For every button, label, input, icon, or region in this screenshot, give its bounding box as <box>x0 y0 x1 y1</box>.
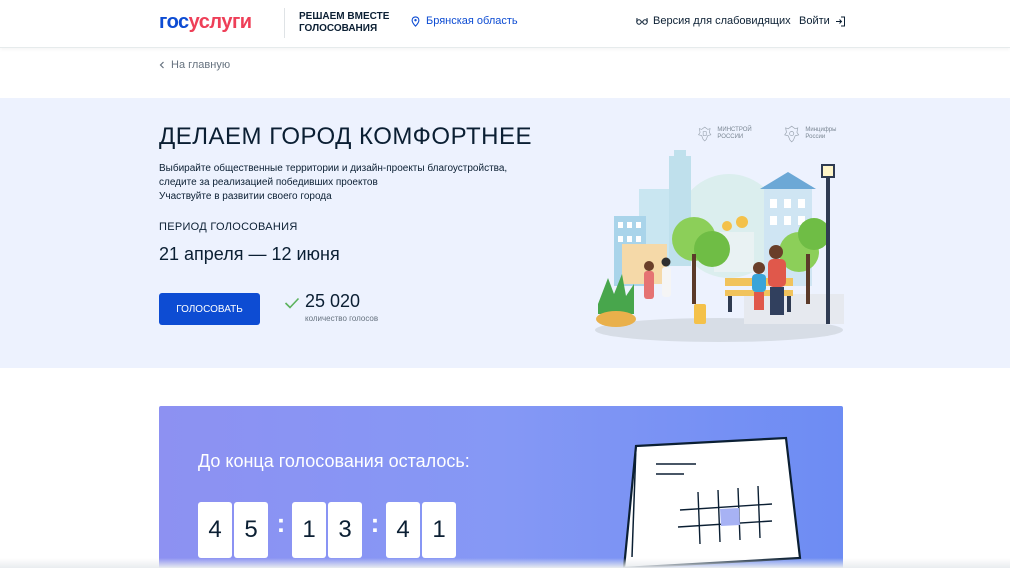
check-icon <box>284 297 300 309</box>
countdown-timer: 4 5 : 1 3 : 4 1 <box>198 502 458 558</box>
glasses-icon <box>636 17 648 25</box>
gosuslugi-logo[interactable]: госуслуги <box>159 11 252 34</box>
site-header: госуслуги РЕШАЕМ ВМЕСТЕ ГОЛОСОВАНИЯ Брян… <box>0 0 1010 48</box>
login-icon <box>835 16 845 26</box>
emblem-icon <box>784 125 800 143</box>
ministry-name: Минцифры России <box>805 127 837 140</box>
logo-part-1: гос <box>159 11 189 33</box>
countdown-title: До конца голосования осталось: <box>198 451 470 471</box>
project-title[interactable]: РЕШАЕМ ВМЕСТЕ ГОЛОСОВАНИЯ <box>299 11 399 35</box>
calendar-illustration <box>622 436 802 568</box>
hero-desc-line: следите за реализацией победивших проект… <box>159 177 378 188</box>
bottom-fade <box>0 558 1010 568</box>
ministry-digital-logo: Минцифры России <box>783 123 851 145</box>
accessibility-link[interactable]: Версия для слабовидящих <box>636 15 791 27</box>
location-pin-icon <box>411 15 420 27</box>
ministry-name: МИНСТРОЙ РОССИИ <box>717 127 752 140</box>
countdown-digit: 5 <box>234 502 268 558</box>
countdown-separator: : <box>370 507 380 538</box>
logo-part-2: услуги <box>188 11 252 33</box>
login-label: Войти <box>799 15 830 27</box>
countdown-digit: 3 <box>328 502 362 558</box>
login-link[interactable]: Войти <box>799 15 846 27</box>
emblem-icon <box>698 126 712 142</box>
region-selector[interactable]: Брянская область <box>410 15 518 27</box>
back-label: На главную <box>171 59 231 71</box>
countdown-digit: 4 <box>386 502 420 558</box>
ministry-construction-logo: МИНСТРОЙ РОССИИ <box>697 123 765 145</box>
votes-count: 25 020 <box>305 291 361 311</box>
vote-button[interactable]: ГОЛОСОВАТЬ <box>159 293 260 325</box>
hero-desc-line: Участвуйте в развитии своего города <box>159 191 332 202</box>
countdown-digit: 1 <box>292 502 326 558</box>
hero-section: ДЕЛАЕМ ГОРОД КОМФОРТНЕЕ Выбирайте общест… <box>0 98 1010 368</box>
hero-title: ДЕЛАЕМ ГОРОД КОМФОРТНЕЕ <box>159 123 532 150</box>
logo-divider <box>284 8 285 38</box>
region-label: Брянская область <box>426 15 518 27</box>
accessibility-label: Версия для слабовидящих <box>653 15 791 27</box>
countdown-separator: : <box>276 507 286 538</box>
votes-label: количество голосов <box>305 314 379 323</box>
city-illustration <box>595 150 844 342</box>
back-to-main-link[interactable]: На главную <box>159 59 230 71</box>
hero-desc-line: Выбирайте общественные территории и диза… <box>159 163 508 174</box>
chevron-left-icon <box>159 61 164 69</box>
countdown-digit: 1 <box>422 502 456 558</box>
ministry-logos: МИНСТРОЙ РОССИИ Минцифры России <box>697 123 851 145</box>
countdown-digit: 4 <box>198 502 232 558</box>
period-dates: 21 апреля — 12 июня <box>159 244 340 264</box>
hero-description: Выбирайте общественные территории и диза… <box>159 162 529 204</box>
countdown-panel: До конца голосования осталось: 4 5 : 1 3… <box>159 406 843 568</box>
period-label: ПЕРИОД ГОЛОСОВАНИЯ <box>159 221 298 233</box>
